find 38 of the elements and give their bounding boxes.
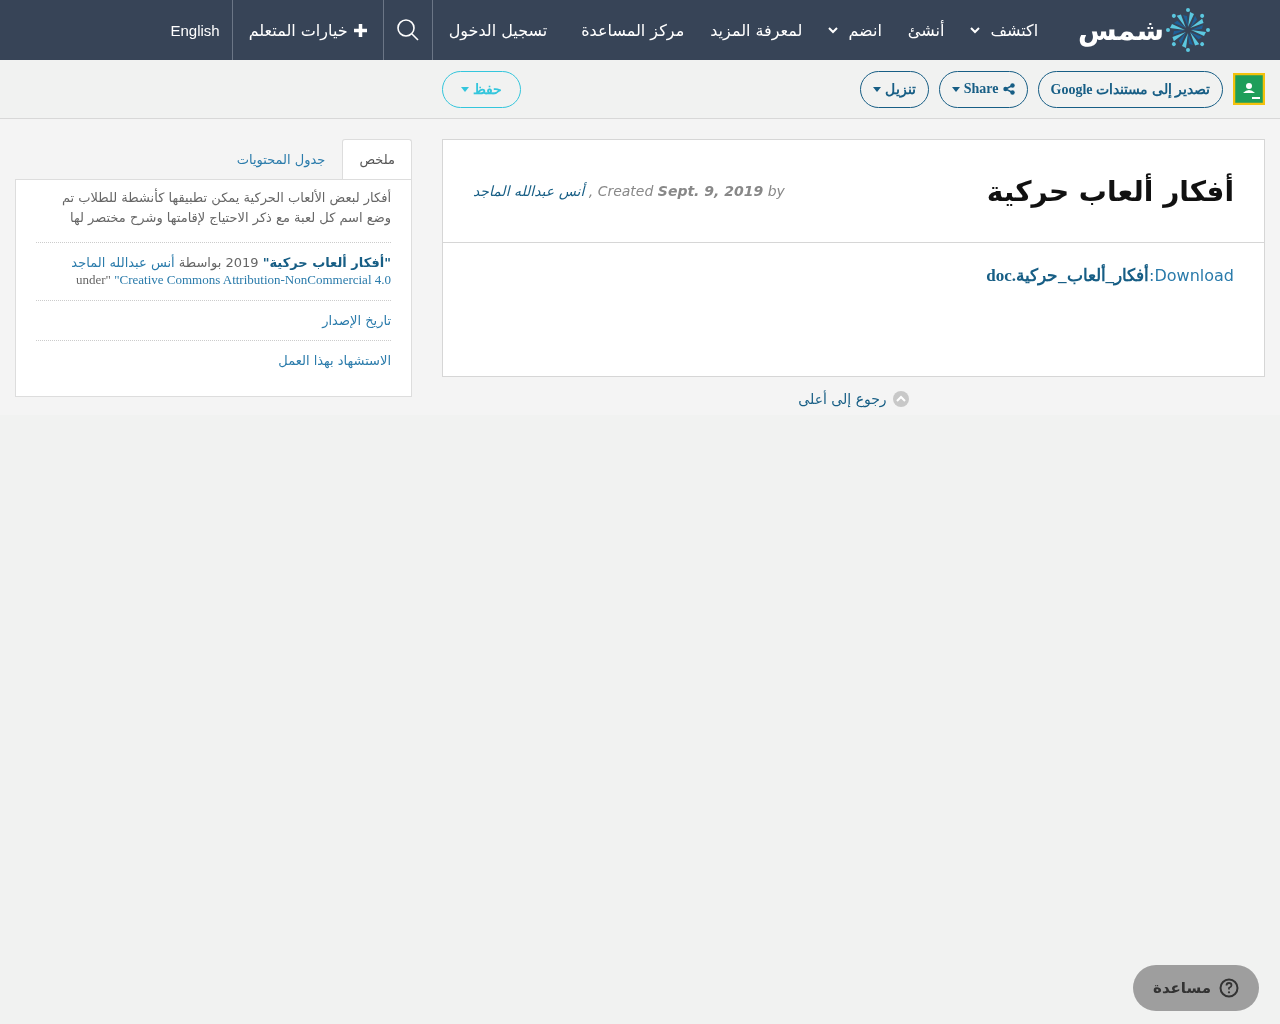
up-circle-icon xyxy=(892,391,909,407)
nav-link[interactable]: مركز المساعدة xyxy=(581,20,685,40)
sidebar-link[interactable]: تاريخ الإصدار xyxy=(322,313,391,328)
question-circle-icon xyxy=(1219,978,1239,998)
attribution-line: "أفكار ألعاب حركية" 2019 بواسطة أنس عبدالله الماجد xyxy=(70,255,391,270)
resource-title: أفكار ألعاب حركية xyxy=(986,174,1234,208)
author-link[interactable]: أنس عبدالله الماجد xyxy=(71,255,175,270)
help-button[interactable]: مساعدة xyxy=(1133,965,1259,1011)
title-link[interactable]: "أفكار ألعاب حركية" xyxy=(262,255,391,270)
share-icon xyxy=(1002,83,1015,95)
star-logo-icon xyxy=(1166,8,1210,52)
search-icon xyxy=(395,18,420,42)
nav-link[interactable]: انضم xyxy=(828,20,882,40)
language-link[interactable]: English xyxy=(158,0,232,60)
license-link[interactable]: "Creative Commons Attribution-NonCommercial 4.0 xyxy=(114,272,391,287)
caret-icon xyxy=(951,86,960,92)
license-line: under" "Creative Commons Attribution-NonCommercial 4.0 xyxy=(75,272,391,288)
site-logo[interactable]: شمس xyxy=(1078,13,1164,47)
sidebar-tab[interactable]: ملخص xyxy=(342,139,412,179)
back-to-top-link[interactable]: رجوع إلى أعلى xyxy=(442,377,1265,407)
chevron-icon xyxy=(970,26,981,34)
learner-options-link[interactable]: خيارات المتعلم xyxy=(231,0,383,60)
caret-icon xyxy=(461,86,469,92)
file-link[interactable]: أفكار_ألعاب_حركية.doc xyxy=(986,266,1150,285)
sidebar-tab[interactable]: جدول المحتويات xyxy=(219,139,343,179)
login-link[interactable]: تسجيل الدخول xyxy=(432,0,548,60)
download-label: Download: xyxy=(1149,266,1234,285)
caret-icon xyxy=(872,86,881,92)
nav-link[interactable]: أنشئ xyxy=(907,20,945,40)
summary-text: أفكار لبعض الألعاب الحركية يمكن تطبيقها كأنشطة للطلاب تم وضع اسم كل لعبة مع ذكر الاحتياج لإقامتها وشرح مختصر لها xyxy=(36,188,391,243)
author-link[interactable]: أنس عبدالله الماجد xyxy=(473,183,585,199)
classroom-icon[interactable] xyxy=(1233,73,1265,105)
plus-icon xyxy=(353,23,367,37)
search-button[interactable] xyxy=(382,0,433,60)
chevron-icon xyxy=(828,26,839,34)
sidebar-link[interactable]: الاستشهاد بهذا العمل xyxy=(278,353,391,368)
nav-link[interactable]: اكتشف xyxy=(970,20,1039,40)
nav-link[interactable]: لمعرفة المزيد xyxy=(710,20,803,40)
